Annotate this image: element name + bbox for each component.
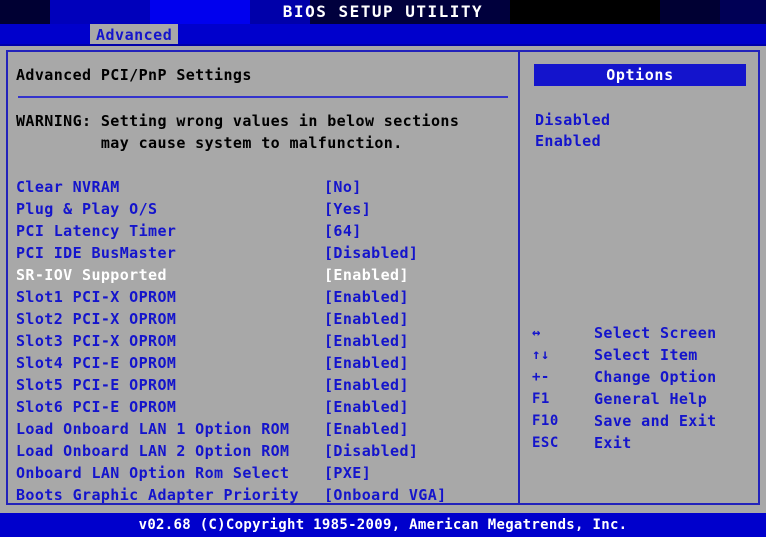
options-pane: Options DisabledEnabled ↔Select Screen↑↓… bbox=[520, 52, 760, 503]
bios-setup-screen: BIOS SETUP UTILITY Advanced Advanced PCI… bbox=[0, 0, 766, 537]
setting-label: Slot5 PCI-E OPROM bbox=[16, 374, 176, 396]
setting-row[interactable]: Onboard LAN Option Rom Select [PXE] bbox=[16, 462, 516, 484]
options-list: DisabledEnabled bbox=[535, 110, 610, 152]
setting-label: Boots Graphic Adapter Priority bbox=[16, 484, 299, 506]
setting-label: Load Onboard LAN 2 Option ROM bbox=[16, 440, 290, 462]
setting-row[interactable]: Load Onboard LAN 1 Option ROM [Enabled] bbox=[16, 418, 516, 440]
setting-label: Load Onboard LAN 1 Option ROM bbox=[16, 418, 290, 440]
setting-value[interactable]: [Disabled] bbox=[324, 440, 418, 462]
title-separator bbox=[18, 96, 508, 98]
setting-row[interactable]: Slot3 PCI-X OPROM [Enabled] bbox=[16, 330, 516, 352]
setting-label: PCI Latency Timer bbox=[16, 220, 176, 242]
setting-value[interactable]: [Enabled] bbox=[324, 286, 409, 308]
setting-label: Slot4 PCI-E OPROM bbox=[16, 352, 176, 374]
help-key-glyph: ESC bbox=[532, 432, 584, 454]
help-key-legend: ↔ Select Screen ↑↓ Select Item +- Change Opti… bbox=[532, 322, 756, 454]
warning-text: WARNING: Setting wrong values in below s… bbox=[16, 110, 459, 154]
setting-row[interactable]: Slot5 PCI-E OPROM [Enabled] bbox=[16, 374, 516, 396]
setting-value[interactable]: [PXE] bbox=[324, 462, 371, 484]
setting-label: SR-IOV Supported bbox=[16, 264, 167, 286]
setting-value[interactable]: [Onboard VGA] bbox=[324, 484, 447, 506]
setting-row[interactable]: PCI Latency Timer [64] bbox=[16, 220, 516, 242]
setting-value[interactable]: [Yes] bbox=[324, 198, 371, 220]
setting-row[interactable]: Load Onboard LAN 2 Option ROM [Disabled] bbox=[16, 440, 516, 462]
help-key-description: Exit bbox=[594, 432, 632, 454]
setting-label: Slot6 PCI-E OPROM bbox=[16, 396, 176, 418]
setting-row[interactable]: Plug & Play O/S [Yes] bbox=[16, 198, 516, 220]
setting-value[interactable]: [Enabled] bbox=[324, 308, 409, 330]
setting-value[interactable]: [Enabled] bbox=[324, 396, 409, 418]
help-key-description: Save and Exit bbox=[594, 410, 717, 432]
help-key-description: Change Option bbox=[594, 366, 717, 388]
setting-row[interactable]: Slot6 PCI-E OPROM [Enabled] bbox=[16, 396, 516, 418]
title-bar: BIOS SETUP UTILITY bbox=[0, 0, 766, 24]
setting-label: Slot3 PCI-X OPROM bbox=[16, 330, 176, 352]
help-key-glyph: F1 bbox=[532, 388, 584, 410]
setting-label: Slot2 PCI-X OPROM bbox=[16, 308, 176, 330]
help-key-description: General Help bbox=[594, 388, 707, 410]
setting-row[interactable]: PCI IDE BusMaster [Disabled] bbox=[16, 242, 516, 264]
settings-pane: Advanced PCI/PnP Settings WARNING: Setti… bbox=[8, 52, 518, 503]
setting-row[interactable]: Boots Graphic Adapter Priority [Onboard V… bbox=[16, 484, 516, 506]
setting-row[interactable]: Slot1 PCI-X OPROM [Enabled] bbox=[16, 286, 516, 308]
help-key-row: ESC Exit bbox=[532, 432, 756, 454]
setting-label: Plug & Play O/S bbox=[16, 198, 157, 220]
setting-value[interactable]: [64] bbox=[324, 220, 362, 242]
setting-row[interactable]: SR-IOV Supported [Enabled] bbox=[16, 264, 516, 286]
setting-value[interactable]: [Enabled] bbox=[324, 418, 409, 440]
page-title: Advanced PCI/PnP Settings bbox=[16, 66, 252, 84]
setting-value[interactable]: [Disabled] bbox=[324, 242, 418, 264]
tab-advanced[interactable]: Advanced bbox=[90, 24, 178, 46]
footer-bar: v02.68 (C)Copyright 1985-2009, American … bbox=[0, 513, 766, 537]
setting-value[interactable]: [Enabled] bbox=[324, 374, 409, 396]
help-key-description: Select Item bbox=[594, 344, 698, 366]
tab-bar: Advanced bbox=[0, 24, 766, 46]
option-item[interactable]: Enabled bbox=[535, 131, 610, 152]
help-key-description: Select Screen bbox=[594, 322, 717, 344]
help-key-row: ↔ Select Screen bbox=[532, 322, 756, 344]
help-key-glyph: F10 bbox=[532, 410, 584, 432]
help-key-row: ↑↓ Select Item bbox=[532, 344, 756, 366]
setting-label: Slot1 PCI-X OPROM bbox=[16, 286, 176, 308]
help-key-row: F10 Save and Exit bbox=[532, 410, 756, 432]
setting-value[interactable]: [Enabled] bbox=[324, 330, 409, 352]
help-key-glyph: ↑↓ bbox=[532, 344, 584, 366]
setting-value[interactable]: [No] bbox=[324, 176, 362, 198]
setting-value[interactable]: [Enabled] bbox=[324, 264, 409, 286]
help-key-glyph: ↔ bbox=[532, 322, 584, 344]
setting-label: PCI IDE BusMaster bbox=[16, 242, 176, 264]
setting-label: Clear NVRAM bbox=[16, 176, 120, 198]
help-key-row: +- Change Option bbox=[532, 366, 756, 388]
setting-row[interactable]: Slot4 PCI-E OPROM [Enabled] bbox=[16, 352, 516, 374]
help-key-row: F1 General Help bbox=[532, 388, 756, 410]
setting-value[interactable]: [Enabled] bbox=[324, 352, 409, 374]
window-title: BIOS SETUP UTILITY bbox=[0, 0, 766, 24]
options-header: Options bbox=[534, 64, 746, 86]
help-key-glyph: +- bbox=[532, 366, 584, 388]
settings-list: Clear NVRAM[No]Plug & Play O/S[Yes]PCI L… bbox=[16, 176, 516, 506]
setting-row[interactable]: Slot2 PCI-X OPROM [Enabled] bbox=[16, 308, 516, 330]
setting-label: Onboard LAN Option Rom Select bbox=[16, 462, 290, 484]
option-item[interactable]: Disabled bbox=[535, 110, 610, 131]
setting-row[interactable]: Clear NVRAM [No] bbox=[16, 176, 516, 198]
